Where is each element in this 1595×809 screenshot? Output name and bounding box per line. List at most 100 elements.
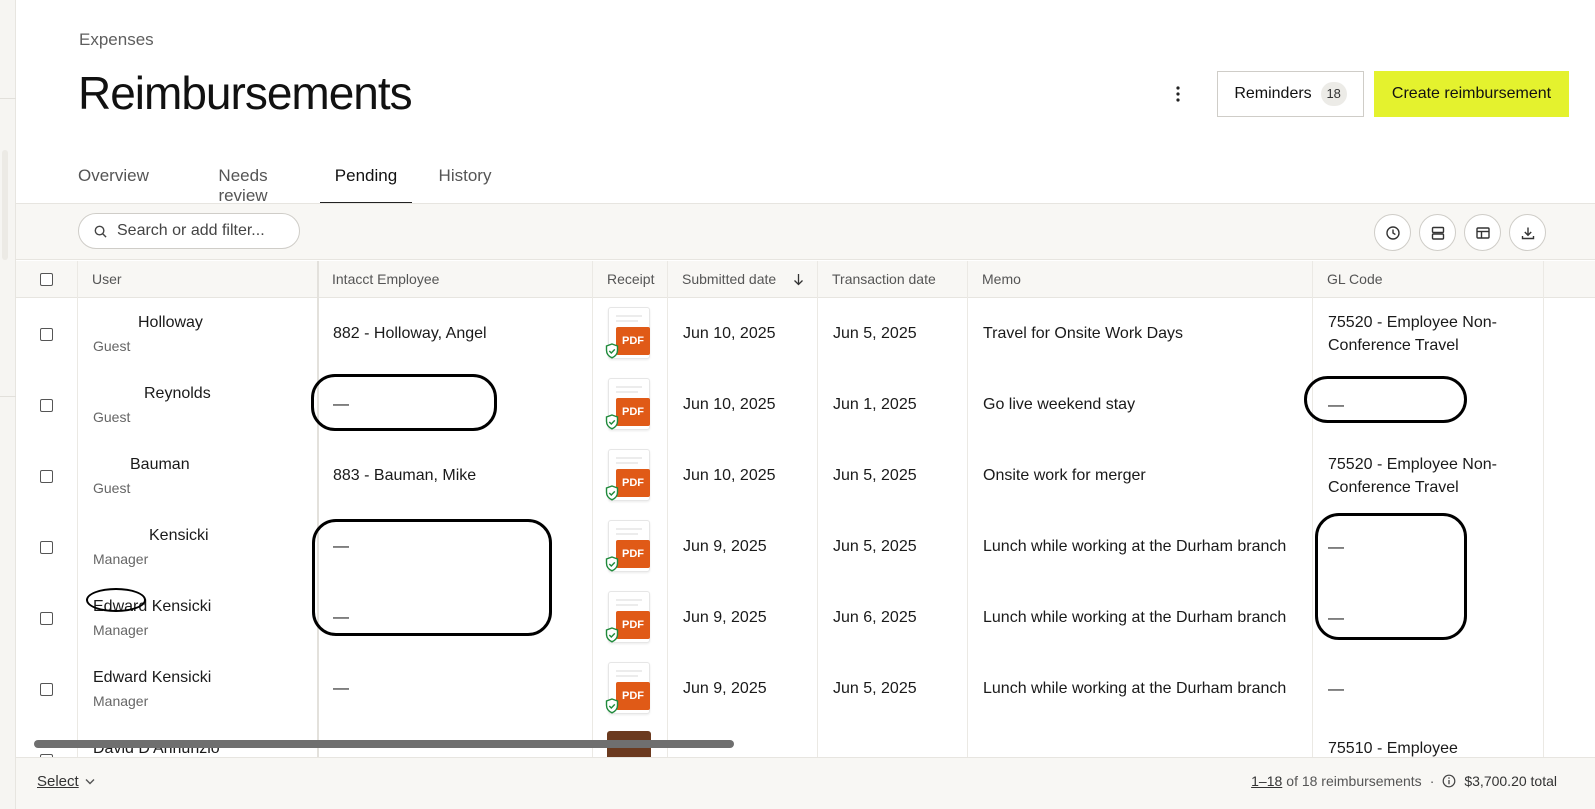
submitted-date-cell: Jun 9, 2025	[683, 680, 767, 697]
pdf-badge: PDF	[616, 611, 650, 639]
table-row[interactable]: Reynolds Guest — PDF Jun 10, 2025 Jun 1,…	[16, 369, 1595, 441]
user-role: Guest	[93, 337, 131, 354]
gl-code-cell[interactable]: 75520 - Employee Non- Conference Travel	[1313, 298, 1545, 370]
memo-cell[interactable]: Onsite work for merger	[968, 440, 1313, 512]
user-cell[interactable]: Reynolds Guest	[78, 369, 318, 441]
tab-history[interactable]: History	[438, 150, 492, 204]
gl-code-cell[interactable]: —	[1313, 582, 1545, 654]
pdf-badge: PDF	[616, 327, 650, 355]
memo-cell[interactable]: Go live weekend stay	[968, 369, 1313, 441]
column-intacct-employee[interactable]: Intacct Employee	[318, 261, 592, 298]
gl-code-line-2: Conference Travel	[1328, 337, 1459, 354]
pdf-receipt-thumbnail[interactable]: PDF	[605, 378, 651, 432]
intacct-employee-cell[interactable]: —	[318, 511, 592, 583]
memo-cell[interactable]: Lunch while working at the Durham branch	[968, 582, 1313, 654]
horizontal-scrollbar[interactable]	[34, 740, 734, 748]
verified-shield-icon	[605, 627, 619, 643]
select-all-checkbox[interactable]	[40, 273, 53, 286]
create-reimbursement-button[interactable]: Create reimbursement	[1374, 71, 1569, 117]
gl-code-cell[interactable]: —	[1313, 511, 1545, 583]
user-name: Holloway	[138, 313, 203, 331]
sort-descending-icon[interactable]	[793, 273, 804, 286]
table-row[interactable]: Holloway Guest 882 - Holloway, Angel PDF…	[16, 298, 1595, 370]
column-receipt[interactable]: Receipt	[593, 261, 668, 298]
select-label: Select	[37, 773, 79, 790]
pdf-receipt-thumbnail[interactable]: PDF	[605, 591, 651, 645]
history-button[interactable]	[1374, 214, 1411, 251]
reminders-button[interactable]: Reminders 18	[1217, 71, 1364, 117]
reminders-label: Reminders	[1234, 85, 1312, 102]
intacct-employee-cell[interactable]: —	[318, 653, 592, 725]
row-checkbox[interactable]	[40, 327, 53, 341]
search-input[interactable]	[117, 222, 287, 240]
download-button[interactable]	[1509, 214, 1546, 251]
info-icon[interactable]	[1442, 774, 1456, 788]
reminders-count-badge: 18	[1320, 82, 1347, 106]
gl-code-cell[interactable]: —	[1313, 653, 1545, 725]
memo-cell[interactable]: Lunch while working at the Durham branch	[968, 653, 1313, 725]
gl-code-cell[interactable]: 75510 - Employee Conference	[1313, 724, 1545, 757]
table-row[interactable]: Edward Kensicki Manager — PDF Jun 9, 202…	[16, 582, 1595, 654]
gl-code-cell[interactable]: —	[1313, 369, 1545, 441]
column-memo[interactable]: Memo	[968, 261, 1313, 298]
column-divider	[1543, 261, 1544, 757]
user-role: Guest	[93, 479, 131, 496]
intacct-employee-cell[interactable]: —	[318, 369, 592, 441]
receipt-cell[interactable]: PDF	[593, 440, 668, 512]
pagination-summary: 1–18 of 18 reimbursements · $3,700.20 to…	[1251, 773, 1557, 789]
column-user[interactable]: User	[78, 261, 318, 298]
intacct-employee-cell[interactable]: —	[318, 582, 592, 654]
memo-cell[interactable]	[968, 724, 1313, 757]
user-cell[interactable]: Edward Kensicki Manager	[78, 582, 318, 654]
gl-code-line-1: 75510 - Employee Conference	[1328, 740, 1458, 757]
search-box[interactable]	[78, 213, 300, 249]
receipt-cell[interactable]: PDF	[593, 653, 668, 725]
receipt-cell[interactable]: PDF	[593, 511, 668, 583]
pdf-receipt-thumbnail[interactable]: PDF	[605, 449, 651, 503]
row-checkbox[interactable]	[40, 611, 53, 625]
receipt-cell[interactable]: PDF	[593, 298, 668, 370]
tab-needs-review[interactable]: Needs review	[194, 150, 292, 205]
table-row[interactable]: Bauman Guest 883 - Bauman, Mike PDF Jun …	[16, 440, 1595, 512]
pdf-receipt-thumbnail[interactable]: PDF	[605, 520, 651, 574]
receipt-cell[interactable]: PDF	[593, 369, 668, 441]
table-row[interactable]: Kensicki Manager — PDF Jun 9, 2025 Jun 5…	[16, 511, 1595, 583]
user-name: Kensicki	[149, 526, 209, 544]
row-checkbox[interactable]	[40, 682, 53, 696]
download-icon	[1521, 227, 1534, 239]
memo-cell[interactable]: Lunch while working at the Durham branch	[968, 511, 1313, 583]
row-checkbox[interactable]	[40, 398, 53, 412]
gl-code-cell[interactable]: 75520 - Employee Non- Conference Travel	[1313, 440, 1545, 512]
intacct-employee-cell[interactable]: 882 - Holloway, Angel	[318, 298, 592, 370]
tab-pending[interactable]: Pending	[320, 150, 412, 204]
vertical-dots-icon	[1176, 86, 1180, 102]
row-select-cell	[16, 440, 78, 512]
user-cell[interactable]: Bauman Guest	[78, 440, 318, 512]
user-cell[interactable]: Edward Kensicki Manager	[78, 653, 318, 725]
verified-shield-icon	[605, 556, 619, 572]
density-button[interactable]	[1419, 214, 1456, 251]
intacct-employee-cell[interactable]: 883 - Bauman, Mike	[318, 440, 592, 512]
user-cell[interactable]: Holloway Guest	[78, 298, 318, 370]
memo-cell[interactable]: Travel for Onsite Work Days	[968, 298, 1313, 370]
frozen-column-divider	[317, 261, 319, 757]
row-checkbox[interactable]	[40, 469, 53, 483]
columns-button[interactable]	[1464, 214, 1501, 251]
more-options-button[interactable]	[1166, 82, 1190, 106]
user-cell[interactable]: Kensicki Manager	[78, 511, 318, 583]
pdf-receipt-thumbnail[interactable]: PDF	[605, 307, 651, 361]
column-transaction-date[interactable]: Transaction date	[818, 261, 968, 298]
row-select-cell	[16, 298, 78, 370]
user-role: Manager	[93, 621, 149, 638]
page-range-link[interactable]: 1–18	[1251, 773, 1282, 789]
receipt-cell[interactable]: PDF	[593, 582, 668, 654]
tab-overview[interactable]: Overview	[78, 150, 149, 204]
pdf-receipt-thumbnail[interactable]: PDF	[605, 662, 651, 716]
select-menu[interactable]: Select	[37, 773, 95, 790]
table-row[interactable]: Edward Kensicki Manager — PDF Jun 9, 202…	[16, 653, 1595, 725]
column-gl-code[interactable]: GL Code	[1313, 261, 1545, 298]
column-submitted-date[interactable]: Submitted date	[668, 261, 818, 298]
row-checkbox[interactable]	[40, 540, 53, 554]
gl-code-line-1: —	[1328, 396, 1344, 414]
breadcrumb[interactable]: Expenses	[79, 30, 154, 50]
